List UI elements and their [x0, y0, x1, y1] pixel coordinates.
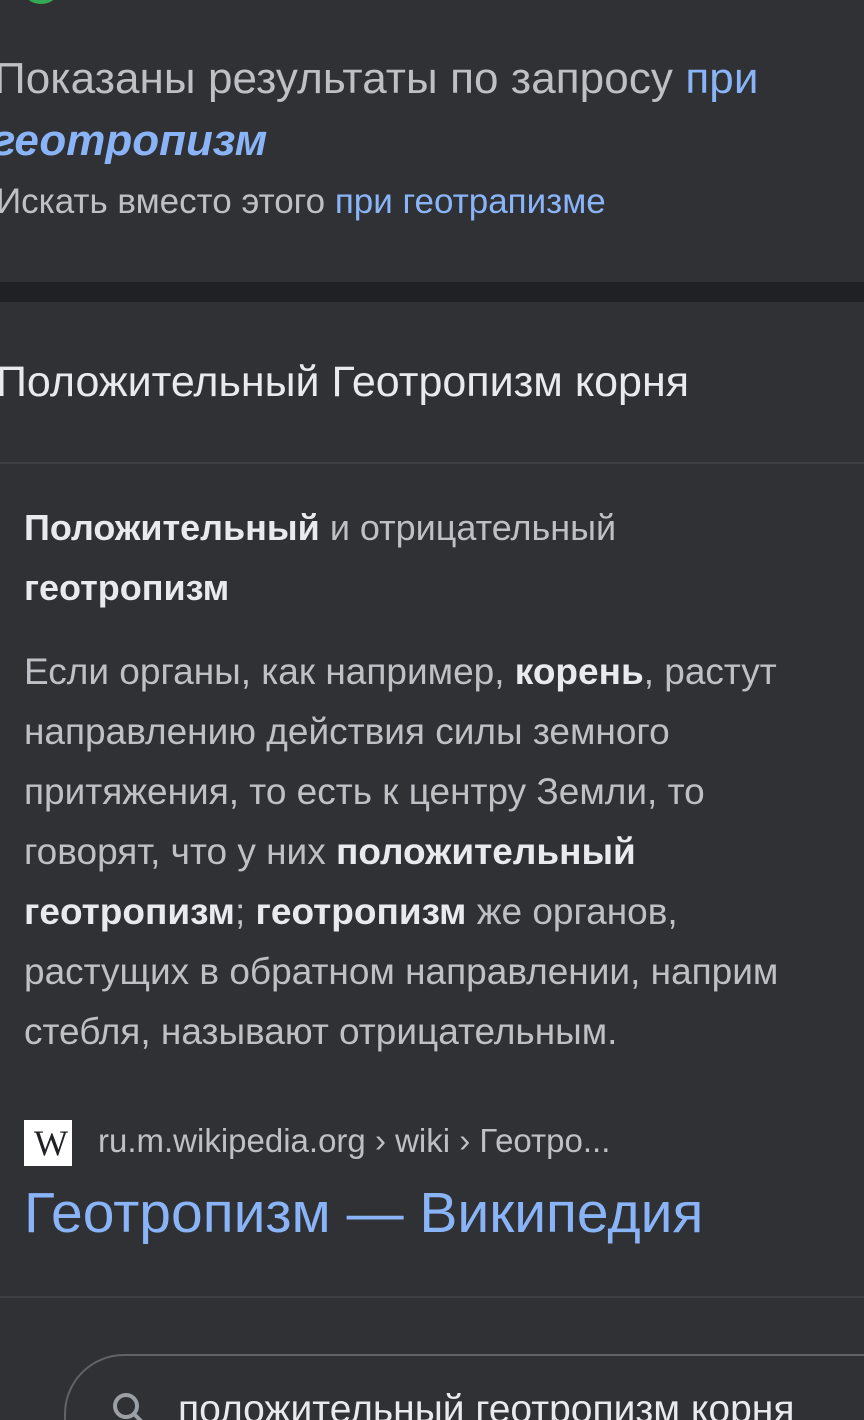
- search-instead-text: Искать вместо этого при геотрапизме: [0, 182, 606, 221]
- snippet-line: Если органы, как например, корень, расту…: [24, 651, 777, 692]
- featured-snippet-card: Положительный Геотропизм корня Положител…: [0, 302, 864, 1420]
- snippet-text: Если органы, как например, корень, расту…: [24, 642, 864, 1062]
- search-icon: [113, 1393, 143, 1420]
- top-search-box[interactable]: [0, 0, 864, 40]
- snippet-line: направлению действия силы земного: [24, 711, 670, 752]
- snippet-line: притяжения, то есть к центру Земли, то: [24, 771, 705, 812]
- showing-results-text: Показаны результаты по запросу при: [0, 54, 759, 103]
- related-search-chip[interactable]: положительный геотропизм корня: [64, 1354, 864, 1420]
- divider: [0, 1296, 864, 1298]
- corrected-query-link-cont[interactable]: геотропизм: [0, 116, 267, 166]
- snippet-header: Положительный Геотропизм корня: [0, 358, 689, 406]
- search-results-page: Показаны результаты по запросу при геотр…: [0, 0, 864, 1420]
- related-search-text: положительный геотропизм корня: [178, 1388, 795, 1420]
- corrected-query-link[interactable]: при: [685, 54, 758, 103]
- section-divider: [0, 282, 864, 302]
- wikipedia-logo-icon: W: [24, 1120, 72, 1166]
- spelling-correction: Показаны результаты по запросу при геотр…: [0, 36, 864, 284]
- snippet-line: стебля, называют отрицательным.: [24, 1011, 618, 1052]
- divider: [0, 462, 864, 464]
- snippet-line: геотропизм; геотропизм же органов,: [24, 891, 678, 932]
- snippet-line: растущих в обратном направлении, наприм: [24, 951, 779, 992]
- result-title-link[interactable]: Геотропизм — Википедия: [24, 1180, 703, 1246]
- search-instead-link[interactable]: при геотрапизме: [335, 182, 606, 221]
- source-url[interactable]: ru.m.wikipedia.org › wiki › Геотро...: [98, 1122, 610, 1160]
- snippet-line: говорят, что у них положительный: [24, 831, 636, 872]
- snippet-heading: Положительный и отрицательный геотропизм: [24, 507, 617, 608]
- source-row[interactable]: W ru.m.wikipedia.org › wiki › Геотро...: [24, 1118, 864, 1168]
